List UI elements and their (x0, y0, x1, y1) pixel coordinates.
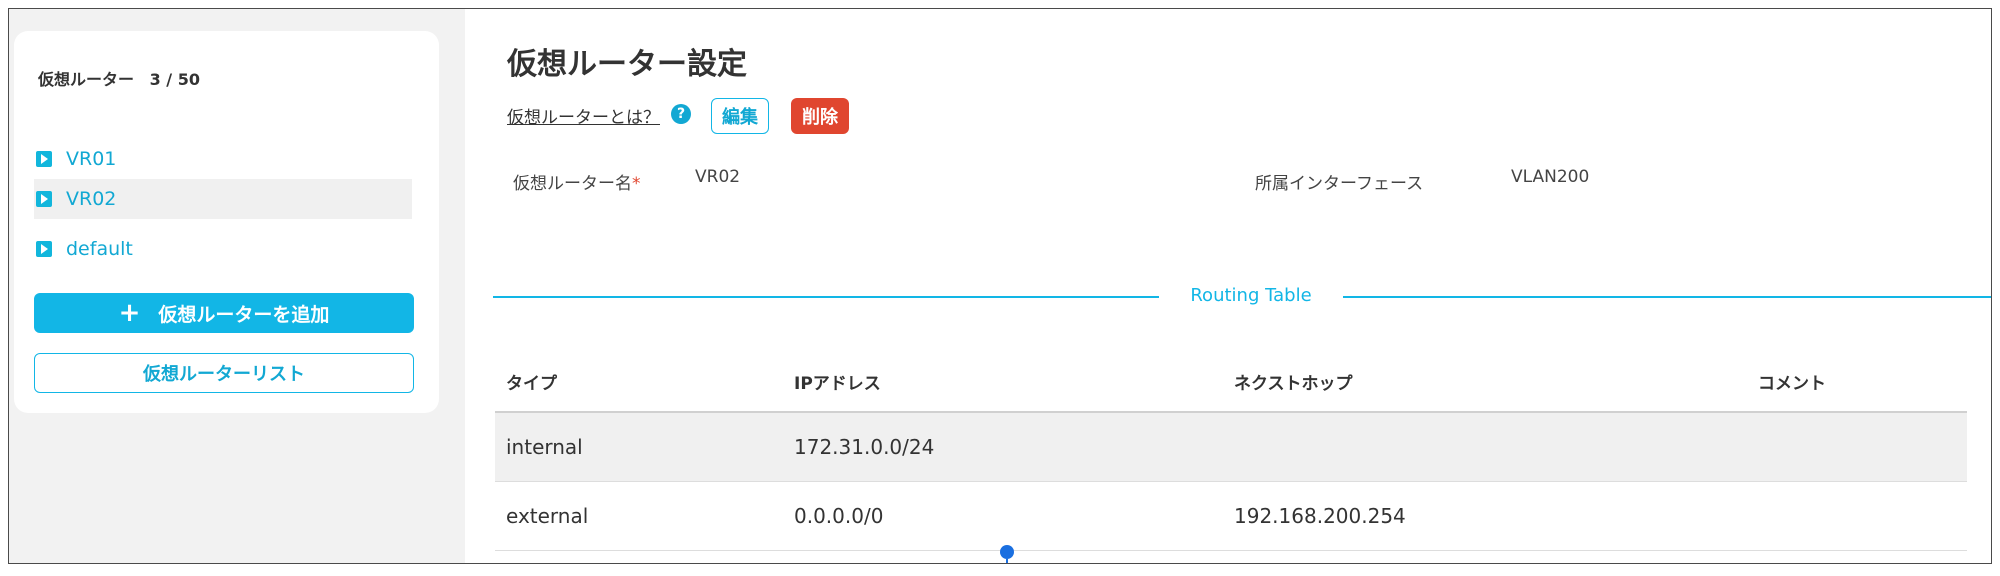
pointer-marker (1000, 545, 1014, 559)
section-divider-right (1343, 296, 1991, 298)
cell-ip: 172.31.0.0/24 (794, 435, 935, 459)
sidebar-item-default[interactable]: default (34, 229, 412, 269)
app-window: 仮想ルーター 3 / 50 VR01 VR02 default + 仮想ルーター… (8, 8, 1992, 564)
sidebar-item-label: VR01 (66, 148, 117, 170)
interface-label: 所属インターフェース (1255, 174, 1424, 194)
cell-ip: 0.0.0.0/0 (794, 504, 884, 528)
table-row[interactable]: internal 172.31.0.0/24 (495, 413, 1967, 482)
question-circle-icon[interactable]: ? (671, 104, 691, 124)
add-router-label: 仮想ルーターを追加 (158, 303, 330, 326)
sidebar-item-vr01[interactable]: VR01 (34, 139, 412, 179)
router-name-label-text: 仮想ルーター名 (513, 174, 632, 194)
pointer-marker-line (1006, 559, 1008, 563)
column-header-comment: コメント (1758, 374, 1826, 394)
router-name-value: VR02 (695, 167, 741, 187)
cell-type: external (506, 504, 589, 528)
router-count: 3 / 50 (149, 70, 200, 89)
plus-icon: + (118, 298, 141, 328)
cell-type: internal (506, 435, 583, 459)
delete-button[interactable]: 削除 (791, 98, 849, 134)
add-router-button[interactable]: + 仮想ルーターを追加 (34, 293, 414, 333)
column-header-nexthop: ネクストホップ (1234, 374, 1353, 394)
column-header-ip: IPアドレス (794, 374, 881, 394)
routing-table: タイプ IPアドレス ネクストホップ コメント internal 172.31.… (495, 349, 1967, 551)
section-divider-left (493, 296, 1159, 298)
play-icon (36, 191, 52, 207)
sidebar-item-label: default (66, 238, 133, 260)
interface-value: VLAN200 (1511, 167, 1590, 187)
play-icon (36, 151, 52, 167)
sidebar-header: 仮想ルーター 3 / 50 (38, 66, 200, 90)
column-header-type: タイプ (506, 374, 557, 394)
required-mark: * (632, 174, 641, 194)
section-title-routing-table: Routing Table (1190, 285, 1312, 306)
sidebar-item-label: VR02 (66, 188, 117, 210)
play-icon (36, 241, 52, 257)
table-header: タイプ IPアドレス ネクストホップ コメント (495, 349, 1967, 413)
sidebar: 仮想ルーター 3 / 50 VR01 VR02 default + 仮想ルーター… (14, 31, 439, 413)
router-list-button[interactable]: 仮想ルーターリスト (34, 353, 414, 393)
cell-nexthop: 192.168.200.254 (1234, 504, 1406, 528)
table-row[interactable]: external 0.0.0.0/0 192.168.200.254 (495, 482, 1967, 551)
what-is-router-link[interactable]: 仮想ルーターとは？ (507, 103, 660, 128)
router-list-label: 仮想ルーターリスト (143, 364, 305, 385)
sidebar-item-vr02[interactable]: VR02 (34, 179, 412, 219)
edit-button[interactable]: 編集 (711, 98, 769, 134)
sidebar-title: 仮想ルーター (38, 70, 135, 89)
router-name-label: 仮想ルーター名* (513, 169, 641, 194)
page-title: 仮想ルーター設定 (507, 47, 747, 82)
main-panel: 仮想ルーター設定 仮想ルーターとは？ ? 編集 削除 仮想ルーター名* VR02… (465, 9, 1991, 563)
